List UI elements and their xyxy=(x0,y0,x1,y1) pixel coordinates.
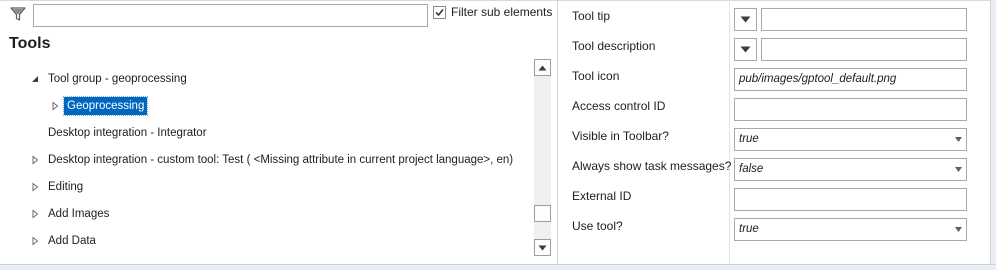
tree-item-label: Desktop integration - Integrator xyxy=(48,127,207,139)
visible-in-toolbar-select[interactable]: true xyxy=(734,128,967,151)
collapsed-arrow-icon[interactable] xyxy=(30,236,40,246)
property-column-separator xyxy=(729,0,730,264)
tree-item-label: Editing xyxy=(48,181,84,193)
chevron-down-icon xyxy=(740,16,751,23)
collapsed-arrow-icon[interactable] xyxy=(30,182,40,192)
tree-item-label: Desktop integration - custom tool: Test … xyxy=(48,154,514,166)
tool-icon-input[interactable]: pub/images/gptool_default.png xyxy=(734,68,967,91)
always-show-task-messages-label: Always show task messages? xyxy=(572,159,732,173)
scroll-thumb[interactable] xyxy=(534,205,551,222)
tree-item-label: Add Data xyxy=(48,235,96,247)
tree-scrollbar[interactable] xyxy=(534,59,551,256)
chevron-down-icon xyxy=(955,137,962,142)
external-id-input[interactable] xyxy=(734,188,967,211)
chevron-down-icon xyxy=(955,167,962,172)
scroll-up-button[interactable] xyxy=(534,59,551,76)
scroll-down-button[interactable] xyxy=(534,239,551,256)
always-show-task-messages-select[interactable]: false xyxy=(734,158,967,181)
tool-description-dropdown-button[interactable] xyxy=(734,38,757,61)
tree-item-label: Add Images xyxy=(48,208,110,220)
select-value: true xyxy=(739,133,759,145)
expanded-arrow-icon[interactable] xyxy=(30,74,40,84)
access-control-id-input[interactable] xyxy=(734,98,967,121)
collapsed-arrow-icon[interactable] xyxy=(30,155,40,165)
tool-description-input[interactable] xyxy=(761,38,967,61)
visible-in-toolbar-label: Visible in Toolbar? xyxy=(572,129,669,143)
collapsed-arrow-icon[interactable] xyxy=(50,101,60,111)
pane-splitter[interactable] xyxy=(557,0,558,264)
tool-icon-label: Tool icon xyxy=(572,69,620,83)
arrow-down-icon xyxy=(538,245,547,250)
tree-item-label: Geoprocessing xyxy=(62,96,149,116)
arrow-up-icon xyxy=(538,65,547,70)
use-tool-select[interactable]: true xyxy=(734,218,967,241)
tool-tip-dropdown-button[interactable] xyxy=(734,8,757,31)
chevron-down-icon xyxy=(740,46,751,53)
tool-tip-input[interactable] xyxy=(761,8,967,31)
select-value: true xyxy=(739,223,759,235)
external-id-label: External ID xyxy=(572,189,632,203)
chevron-down-icon xyxy=(955,227,962,232)
tool-description-label: Tool description xyxy=(572,39,656,53)
use-tool-label: Use tool? xyxy=(572,219,623,233)
select-value: false xyxy=(739,163,764,175)
tool-editor-window: Filter sub elements Tools Tool group - g… xyxy=(0,0,996,270)
tool-tip-label: Tool tip xyxy=(572,9,611,23)
access-control-id-label: Access control ID xyxy=(572,99,666,113)
collapsed-arrow-icon[interactable] xyxy=(30,209,40,219)
tree-item-label: Tool group - geoprocessing xyxy=(48,73,187,85)
window-bottom-edge xyxy=(0,264,996,270)
window-right-edge xyxy=(990,0,996,270)
tools-tree: Tool group - geoprocessing Geoprocessing… xyxy=(0,0,530,264)
